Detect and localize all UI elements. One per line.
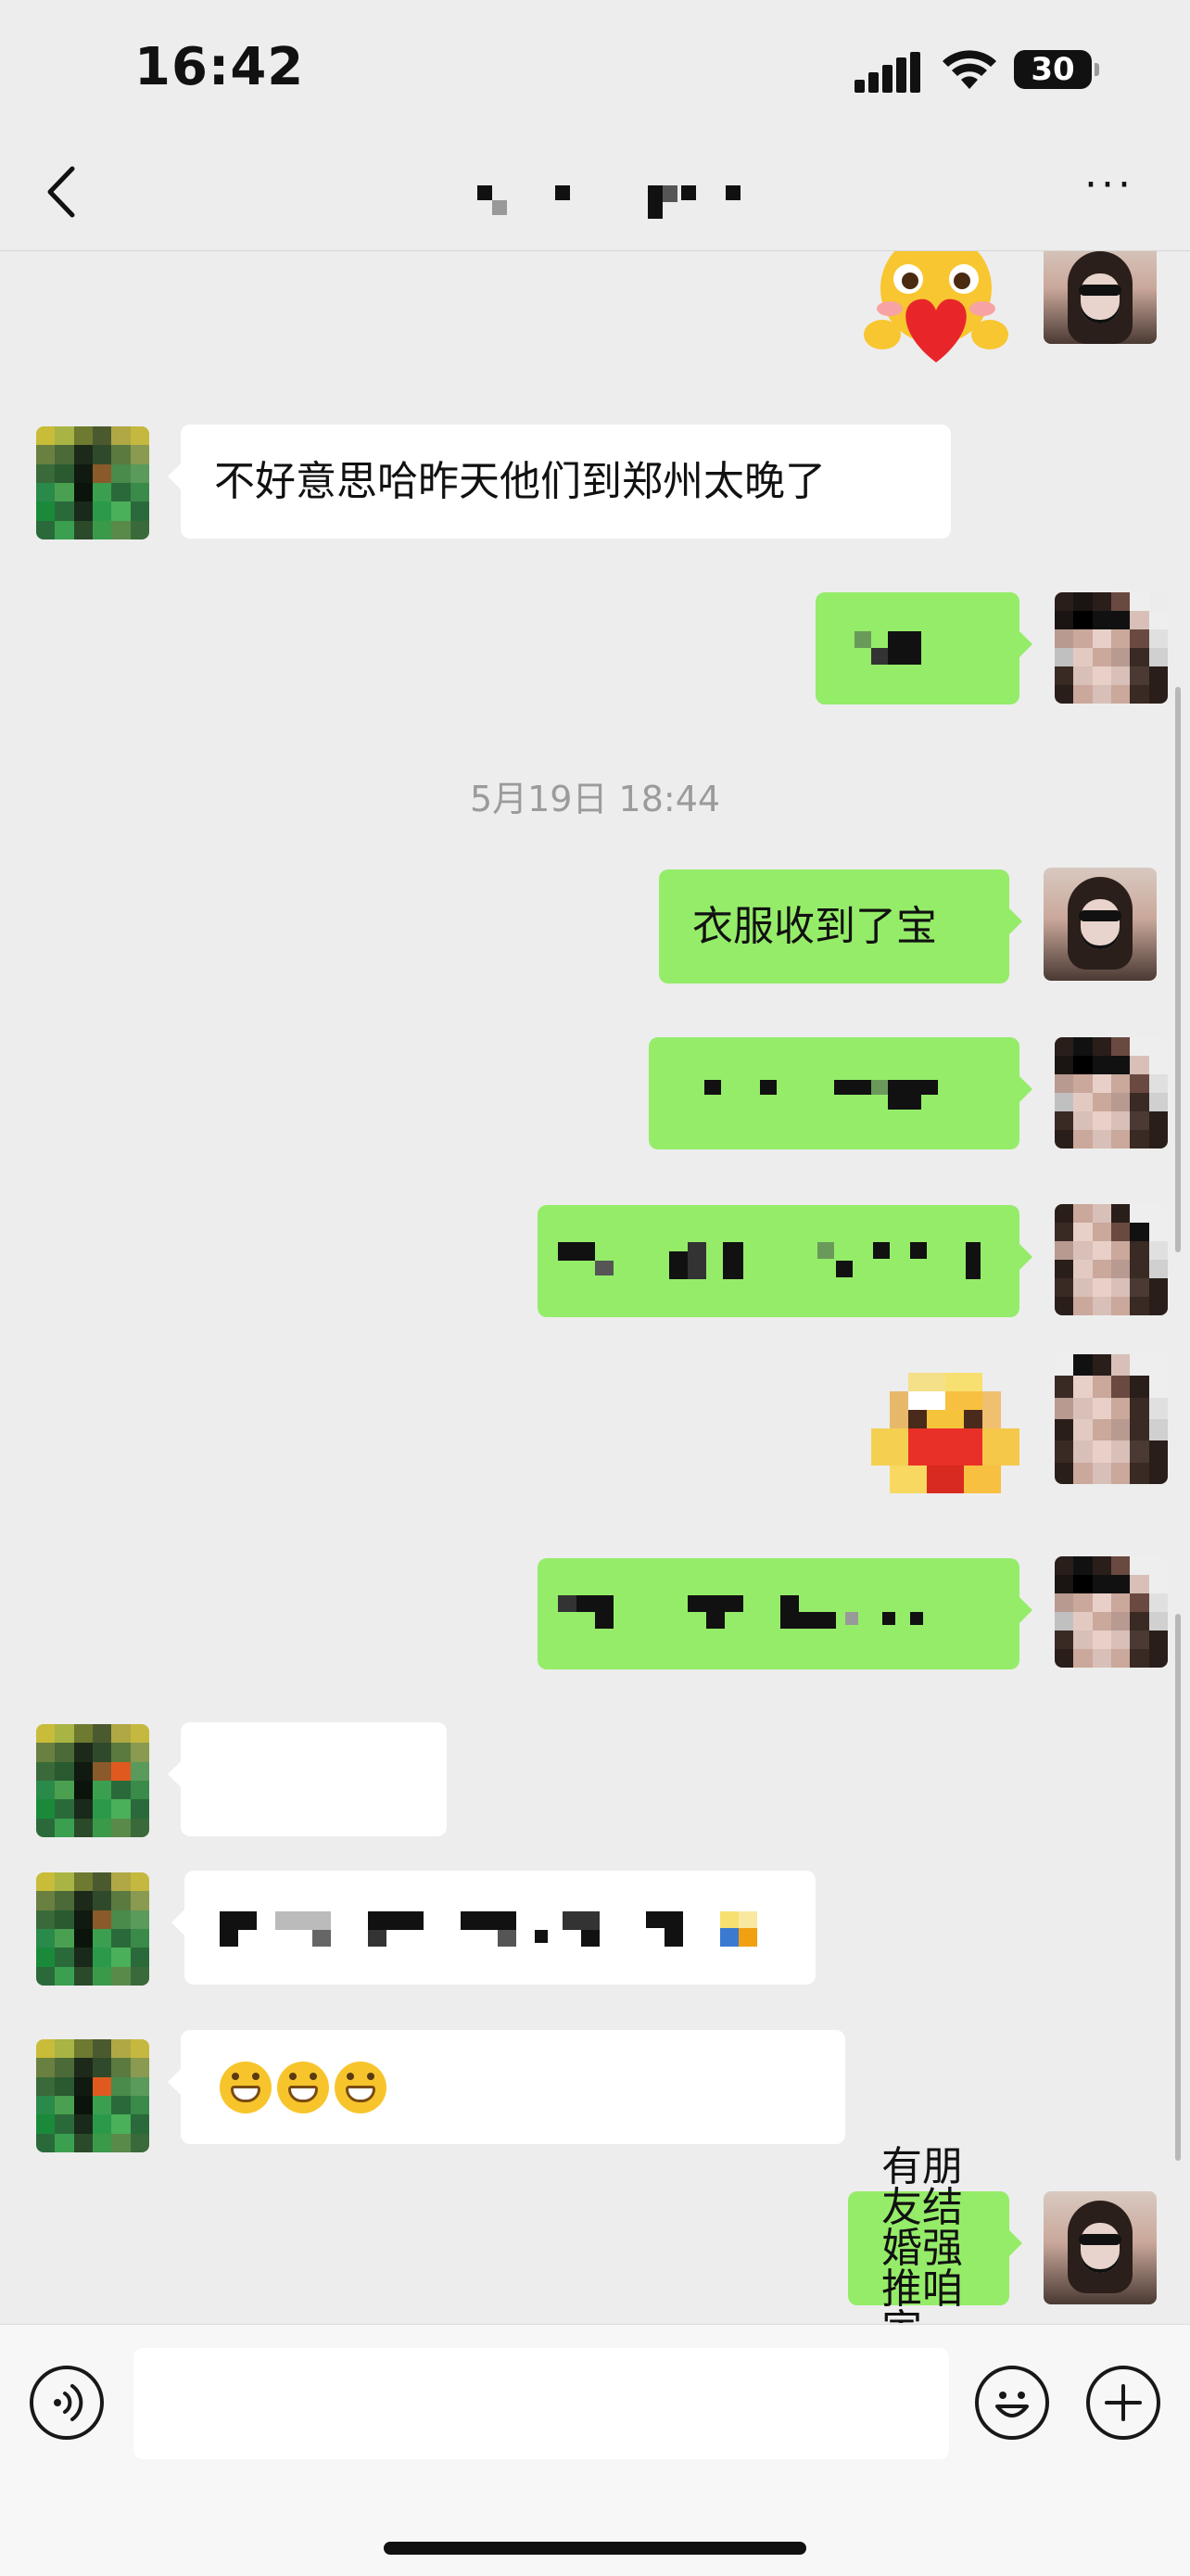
my-avatar-pixelated[interactable] [1055,1354,1168,1484]
message-bubble-sent[interactable]: 有朋友结婚强推咱家 [848,2146,1022,2323]
my-avatar-pixelated[interactable] [1055,592,1168,704]
status-bar: 16:42 30 [0,0,1190,139]
more-options-icon[interactable]: ··· [1084,165,1149,206]
contact-avatar[interactable] [36,426,149,539]
message-bubble-sent[interactable] [538,1205,1032,1317]
voice-input-button[interactable] [30,2366,104,2440]
cellular-signal-icon [855,52,920,93]
message-text: 有朋友结婚强推咱家 [881,2142,963,2323]
input-toolbar [0,2324,1190,2576]
contact-avatar[interactable] [36,2039,149,2152]
message-bubble-sent[interactable] [538,1558,1032,1669]
redacted-text [220,1911,794,1948]
message-bubble-sent[interactable] [816,592,1032,704]
message-input[interactable] [133,2348,949,2459]
message-bubble-received[interactable] [171,1871,816,1985]
emoji-button[interactable] [975,2366,1049,2440]
chat-title-redacted [477,184,746,221]
home-indicator[interactable] [384,2542,806,2555]
chat-header: ··· [0,139,1190,251]
contact-avatar[interactable] [36,1724,149,1837]
message-bubble-received[interactable] [168,2030,845,2144]
message-text: 衣服收到了宝 [692,902,937,950]
voice-icon [54,2384,83,2421]
sunglasses-icon [1079,285,1121,296]
plus-icon [1105,2384,1142,2421]
message-text: 不好意思哈昨天他们到郑州太晚了 [214,457,826,505]
back-chevron-icon[interactable] [37,159,93,224]
message-timestamp: 5月19日 18:44 [469,779,721,819]
grin-icon [220,2061,272,2113]
redacted-text [855,631,947,666]
redacted-text [558,1595,966,1632]
my-avatar-pixelated[interactable] [1055,1037,1168,1148]
grin-icon [335,2061,386,2113]
my-avatar[interactable] [1044,251,1157,344]
grin-icon [277,2061,329,2113]
scrollbar[interactable] [1175,1614,1181,2161]
my-avatar-pixelated[interactable] [1055,1204,1168,1315]
message-bubble-sent[interactable]: 衣服收到了宝 [659,869,1022,983]
message-bubble-received[interactable]: 不好意思哈昨天他们到郑州太晚了 [168,425,951,539]
my-avatar[interactable] [1044,2191,1157,2304]
smiley-icon [995,2392,1029,2417]
wifi-icon [943,50,996,89]
sunglasses-icon [1079,910,1121,921]
redacted-text [704,1076,992,1111]
message-list[interactable]: 不好意思哈昨天他们到郑州太晚了 5月19日 18:44 衣服收到了宝 有朋友结婚… [0,251,1190,2323]
message-bubble-received[interactable] [168,1722,447,1836]
my-avatar[interactable] [1044,868,1157,981]
sticker-image[interactable] [871,1373,1019,1503]
scrollbar[interactable] [1175,687,1181,1252]
heart-sticker[interactable] [862,251,1010,372]
status-time: 16:42 [134,37,305,97]
emoji-sticker-icon [871,1373,1019,1493]
my-avatar-pixelated[interactable] [1055,1556,1168,1668]
more-functions-button[interactable] [1086,2366,1160,2440]
sunglasses-icon [1079,2234,1121,2245]
contact-avatar[interactable] [36,1872,149,1986]
message-bubble-sent[interactable] [649,1037,1032,1149]
battery-icon: 30 [1014,50,1099,89]
redacted-text [558,1242,984,1279]
